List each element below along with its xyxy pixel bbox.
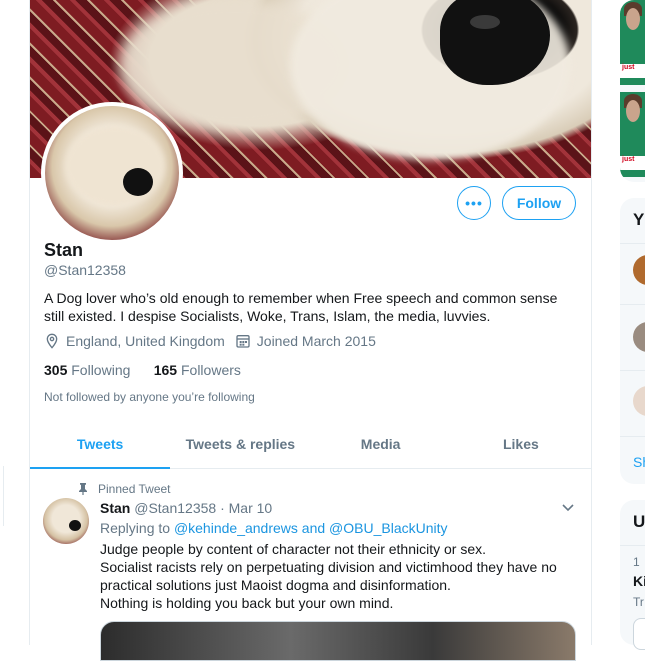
following-count: 305: [44, 362, 68, 378]
tab-tweets-and-replies[interactable]: Tweets & replies: [170, 420, 310, 468]
replying-to: Replying to @kehinde_andrews and @OBU_Bl…: [100, 520, 448, 536]
trend-meta: Tr: [633, 595, 644, 609]
who-to-follow-card: Y Sh: [620, 198, 645, 484]
followers-count: 165: [153, 362, 178, 378]
profile-tabs: Tweets Tweets & replies Media Likes: [30, 420, 591, 469]
location-pin-icon: [46, 333, 58, 349]
suggested-user-avatar[interactable]: [633, 322, 645, 352]
tweet-header-separator: ·: [220, 500, 225, 516]
tweet-media-image[interactable]: [100, 621, 576, 661]
who-to-follow-title: Y: [633, 210, 645, 229]
following-link[interactable]: 305 Following: [44, 362, 130, 378]
tweet-text-line: Nothing is holding you back but your own…: [100, 595, 394, 611]
follow-counts: 305 Following 165 Followers: [44, 362, 241, 378]
sidebar-media-card: just just: [620, 0, 645, 182]
tweet-author-avatar[interactable]: [43, 498, 89, 544]
following-label: Following: [71, 362, 131, 378]
profile-joined-date: Joined March 2015: [256, 333, 376, 349]
profile-location: England, United Kingdom: [66, 333, 225, 349]
tweet-header: Stan @Stan12358 · Mar 10: [100, 500, 272, 516]
tweet-date[interactable]: Mar 10: [229, 500, 273, 516]
sidebar-media-thumb-text: just: [620, 64, 645, 78]
tweet-text: Judge people by content of character not…: [100, 540, 580, 612]
trend-card-button[interactable]: [633, 618, 645, 650]
profile-avatar[interactable]: [41, 102, 183, 244]
tweet-text-line: Judge people by content of character not…: [100, 541, 487, 557]
follow-button[interactable]: Follow: [502, 186, 576, 220]
profile-name: Stan: [44, 240, 84, 260]
calendar-icon: [236, 335, 250, 348]
not-followed-notice: Not followed by anyone you’re following: [44, 390, 255, 404]
tab-media[interactable]: Media: [311, 420, 451, 468]
chevron-down-icon[interactable]: [562, 500, 574, 515]
right-sidebar: just just Y Sh U 1 Ki Tr: [620, 0, 645, 650]
pinned-tweet-indicator: Pinned Tweet: [78, 482, 171, 496]
tweet-author-name[interactable]: Stan: [100, 500, 130, 516]
tab-likes[interactable]: Likes: [451, 420, 591, 468]
show-more-link[interactable]: Sh: [633, 454, 645, 470]
pinned-tweet-label: Pinned Tweet: [98, 482, 171, 496]
left-column-edge: [0, 466, 4, 526]
trend-title[interactable]: Ki: [633, 573, 645, 589]
tab-tweets[interactable]: Tweets: [30, 420, 171, 469]
sidebar-media-thumb-text: just: [620, 156, 645, 170]
trend-rank: 1: [633, 555, 640, 569]
replying-prefix: Replying to: [100, 520, 174, 536]
followers-label: Followers: [180, 362, 241, 378]
tweet-text-line: Socialist racists rely on perpetuating d…: [100, 559, 557, 593]
replying-to-links[interactable]: @kehinde_andrews and @OBU_BlackUnity: [174, 520, 448, 536]
tweet-author-handle[interactable]: @Stan12358: [134, 500, 216, 516]
trends-title: U: [633, 512, 645, 531]
profile-bio: A Dog lover who’s old enough to remember…: [44, 290, 558, 324]
followers-link[interactable]: 165 Followers: [154, 362, 241, 378]
sidebar-media-thumb[interactable]: just: [620, 0, 645, 85]
sidebar-media-thumb[interactable]: just: [620, 92, 645, 177]
suggested-user-avatar[interactable]: [633, 386, 645, 416]
profile-meta: England, United Kingdom Joined March 201…: [44, 333, 376, 349]
profile-column: ••• Follow Stan @Stan12358 A Dog lover w…: [29, 0, 592, 661]
pin-icon: [79, 483, 87, 495]
suggested-user-avatar[interactable]: [633, 255, 645, 285]
more-options-button[interactable]: •••: [457, 186, 491, 220]
profile-handle: @Stan12358: [44, 262, 126, 278]
